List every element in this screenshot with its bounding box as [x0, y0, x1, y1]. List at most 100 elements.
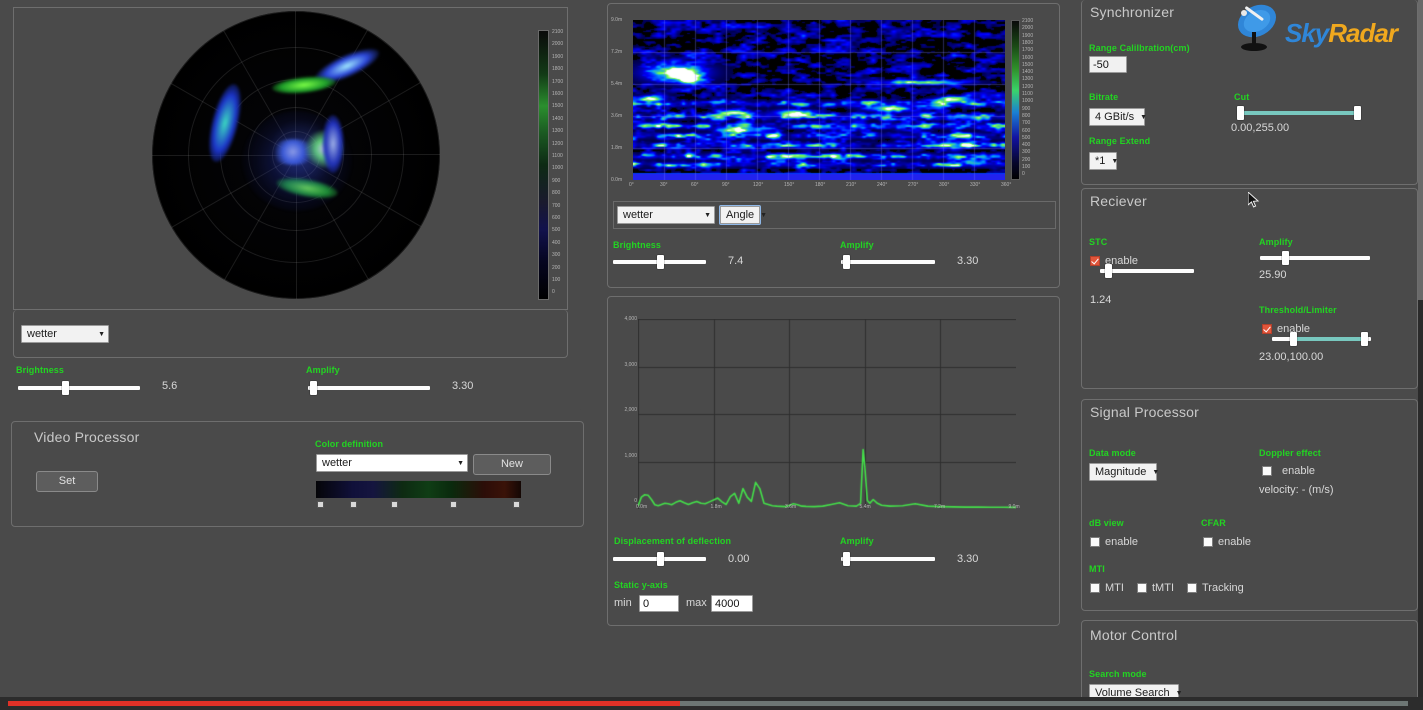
ppi-amplify-slider[interactable]	[308, 381, 430, 395]
tmti-checkbox[interactable]	[1137, 583, 1147, 593]
tmti-row[interactable]: tMTI	[1137, 582, 1174, 594]
slider-knob[interactable]	[657, 255, 664, 269]
slider-knob[interactable]	[62, 381, 69, 395]
page-scrollbar[interactable]	[1418, 0, 1423, 710]
receiver-amplify-slider[interactable]	[1260, 251, 1370, 265]
chevron-down-icon: ▼	[1152, 469, 1159, 476]
set-button[interactable]: Set	[36, 471, 98, 492]
ppi-slider-row: Brightness 5.6 Amplify 3.30	[3, 358, 581, 412]
bscope-colorbar	[1011, 20, 1020, 180]
search-mode-label: Search mode	[1089, 669, 1147, 679]
axis-tick-label: 0	[613, 499, 637, 504]
axis-tick-label: 240°	[877, 183, 887, 188]
axis-tick-label: 9.0m	[611, 18, 622, 23]
bitrate-select[interactable]: 4 GBit/s ▼	[1089, 108, 1145, 126]
axis-tick-label: 800	[552, 191, 560, 196]
data-mode-select[interactable]: Magnitude ▼	[1089, 463, 1157, 481]
ascope-panel: 4,0003,0002,0001,0000 0.0m1.8m3.6m5.4m7.…	[607, 296, 1060, 626]
chevron-down-icon: ▼	[760, 212, 767, 219]
chevron-down-icon: ▼	[704, 212, 711, 219]
axis-tick-label: 1,000	[613, 454, 637, 459]
ppi-colorscheme-bar: wetter ▼	[13, 310, 568, 358]
db-view-enable-row[interactable]: enable	[1090, 536, 1138, 548]
scrollbar-thumb[interactable]	[1418, 0, 1423, 300]
receiver-amplify-label: Amplify	[1259, 237, 1293, 247]
color-stop-handle[interactable]	[391, 501, 398, 508]
doppler-enable-row[interactable]: enable	[1262, 465, 1315, 477]
tracking-row[interactable]: Tracking	[1187, 582, 1244, 594]
bscope-canvas[interactable]	[633, 20, 1005, 180]
cfar-enable-row[interactable]: enable	[1203, 536, 1251, 548]
color-stop-handle[interactable]	[317, 501, 324, 508]
cut-label: Cut	[1234, 92, 1249, 102]
range-extend-select[interactable]: *1 ▼	[1089, 152, 1117, 170]
ppi-amplify-label: Amplify	[306, 365, 340, 375]
slider-knob[interactable]	[843, 552, 850, 566]
slider-knob-high[interactable]	[1354, 106, 1361, 120]
ppi-brightness-slider[interactable]	[18, 381, 140, 395]
axis-tick-label: 2100	[552, 30, 563, 35]
doppler-enable-checkbox[interactable]	[1262, 466, 1272, 476]
ascope-displacement-slider[interactable]	[613, 552, 706, 566]
slider-knob[interactable]	[843, 255, 850, 269]
slider-knob-low[interactable]	[1237, 106, 1244, 120]
axis-tick-label: 270°	[908, 183, 918, 188]
color-stop-handle[interactable]	[350, 501, 357, 508]
axis-tick-label: 1200	[552, 142, 563, 147]
axis-tick-label: 120°	[753, 183, 763, 188]
color-stop-handle[interactable]	[450, 501, 457, 508]
axis-tick-label: 700	[552, 204, 560, 209]
db-view-enable-checkbox[interactable]	[1090, 537, 1100, 547]
ascope-amplify-slider[interactable]	[841, 552, 935, 566]
stc-enable-checkbox[interactable]	[1090, 256, 1100, 266]
bitrate-label: Bitrate	[1089, 92, 1118, 102]
slider-track	[308, 386, 430, 390]
axis-tick-label: 1600	[552, 92, 563, 97]
receiver-panel: Reciever STC enable 1.24 Amplify 25.90 T…	[1081, 188, 1418, 389]
slider-knob-low[interactable]	[1290, 332, 1297, 346]
color-definition-select[interactable]: wetter ▼	[316, 454, 468, 472]
min-label: min	[614, 597, 632, 609]
slider-knob[interactable]	[1282, 251, 1289, 265]
axis-tick-label: 500	[1022, 136, 1030, 141]
slider-knob[interactable]	[1105, 264, 1112, 278]
video-processor-title: Video Processor	[12, 422, 583, 445]
slider-knob-high[interactable]	[1361, 332, 1368, 346]
ppi-display[interactable]: 2100200019001800170016001500140013001200…	[13, 7, 568, 310]
static-y-min-input[interactable]	[639, 595, 679, 612]
slider-knob[interactable]	[657, 552, 664, 566]
color-stop-handle[interactable]	[513, 501, 520, 508]
axis-tick-label: 1100	[1022, 92, 1033, 97]
stc-slider[interactable]	[1100, 264, 1194, 278]
ppi-scope-canvas[interactable]	[152, 11, 440, 299]
slider-knob[interactable]	[310, 381, 317, 395]
color-gradient-preview[interactable]	[316, 481, 521, 498]
cut-value: 0.00,255.00	[1231, 122, 1289, 134]
bscope-amplify-slider[interactable]	[841, 255, 935, 269]
ppi-colorscheme-select[interactable]: wetter ▼	[21, 325, 109, 343]
cfar-enable-checkbox[interactable]	[1203, 537, 1213, 547]
threshold-range-slider[interactable]	[1272, 332, 1371, 346]
mti-checkbox[interactable]	[1090, 583, 1100, 593]
static-y-max-input[interactable]	[711, 595, 753, 612]
new-color-button[interactable]: New	[473, 454, 551, 475]
doppler-enable-label: enable	[1282, 465, 1315, 477]
chevron-down-icon: ▼	[1140, 114, 1147, 121]
mti-checkbox-label: MTI	[1105, 582, 1124, 594]
axis-tick-label: 400	[552, 241, 560, 246]
bscope-amplify-value: 3.30	[957, 255, 978, 267]
threshold-enable-checkbox[interactable]	[1262, 324, 1272, 334]
tracking-checkbox[interactable]	[1187, 583, 1197, 593]
range-calibration-input[interactable]	[1089, 56, 1127, 73]
mti-row[interactable]: MTI	[1090, 582, 1124, 594]
bscope-colorscheme-select[interactable]: wetter ▼	[617, 206, 715, 224]
ascope-canvas[interactable]	[638, 319, 1016, 509]
cut-range-slider[interactable]	[1237, 106, 1361, 120]
bscope-axis-mode-select[interactable]: Angle ▼	[720, 206, 760, 224]
axis-tick-label: 0	[1022, 172, 1025, 177]
axis-tick-label: 1000	[552, 166, 563, 171]
axis-tick-label: 300	[552, 253, 560, 258]
bscope-brightness-slider[interactable]	[613, 255, 706, 269]
axis-tick-label: 7.2m	[611, 50, 622, 55]
color-stop-handles[interactable]	[316, 501, 521, 509]
